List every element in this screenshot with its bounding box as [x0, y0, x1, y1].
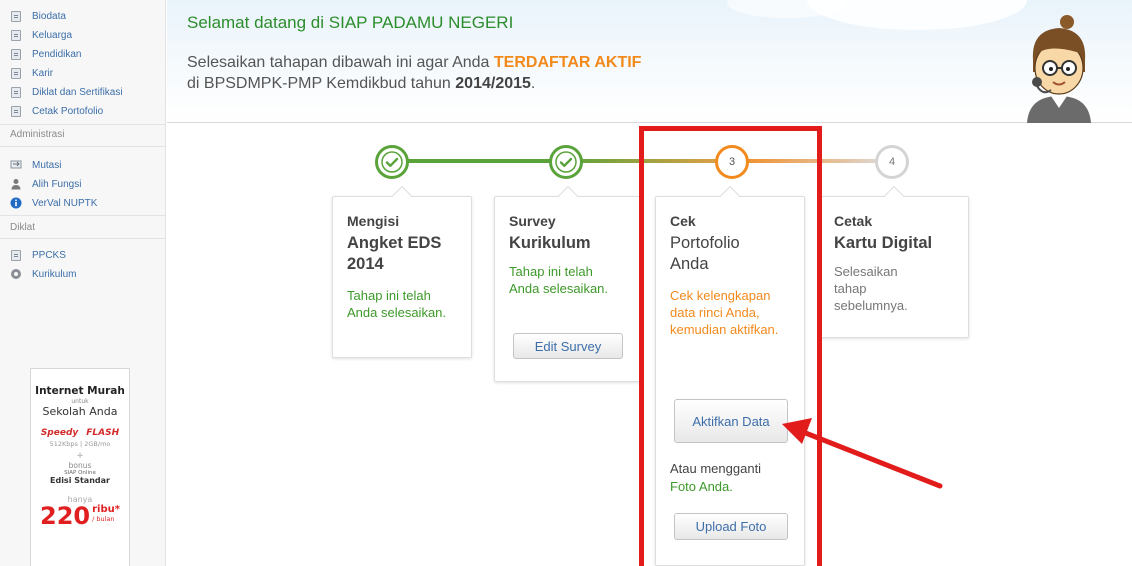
card-description: Selesaikan tahap sebelumnya. [834, 264, 908, 313]
sidebar-item-cetak-portofolio[interactable]: Cetak Portofolio [10, 103, 103, 119]
document-icon [10, 249, 22, 261]
check-icon [381, 151, 403, 173]
sidebar-item-keluarga[interactable]: Keluarga [10, 27, 72, 43]
ad-plus: + [76, 451, 84, 461]
check-icon [555, 151, 577, 173]
ad-bonus: bonus [68, 461, 92, 470]
step-card-angket-eds: Mengisi Angket EDS 2014 Tahap ini telah … [332, 196, 472, 358]
ad-price-unit: ribu* [92, 504, 120, 515]
internet-promo-banner[interactable]: Internet Murah untuk Sekolah Anda Speedy… [30, 368, 130, 566]
info-icon [10, 197, 22, 209]
step-card-cetak-kartu: Cetak Kartu Digital Selesaikan tahap seb… [819, 196, 969, 338]
sidebar-item-pendidikan[interactable]: Pendidikan [10, 46, 81, 62]
card-title-1: Survey [509, 213, 556, 229]
progress-track-completed [392, 159, 566, 163]
sidebar-item-label: Mutasi [32, 159, 62, 171]
ad-flash-spec: 2GB/mo [84, 440, 111, 448]
card-title-1: Mengisi [347, 213, 400, 229]
ad-price-number: 220 [40, 502, 91, 530]
intro-highlight: TERDAFTAR AKTIF [493, 54, 642, 71]
ad-subheadline: Sekolah Anda [42, 405, 118, 418]
divider [0, 124, 165, 125]
card-title-3: 2014 [347, 255, 384, 273]
sidebar-item-label: Diklat dan Sertifikasi [32, 86, 123, 98]
step-2-indicator [549, 145, 583, 179]
card-title-2: Kartu Digital [834, 234, 933, 252]
speedy-logo: Speedy [40, 428, 79, 438]
intro-suffix: . [530, 75, 536, 92]
section-heading-administrasi: Administrasi [10, 129, 65, 140]
mascot-illustration [1027, 15, 1091, 123]
sidebar-item-alih-fungsi[interactable]: Alih Fungsi [10, 176, 81, 192]
gear-icon [10, 268, 22, 280]
sidebar-item-label: Keluarga [32, 29, 73, 41]
sidebar-item-label: Kurikulum [32, 268, 77, 280]
sidebar-item-ppcks[interactable]: PPCKS [10, 247, 66, 263]
transfer-icon [10, 159, 22, 171]
document-icon [10, 29, 22, 41]
step-1-indicator [375, 145, 409, 179]
intro-prefix: Selesaikan tahapan dibawah ini agar Anda [187, 54, 494, 71]
ad-untuk: untuk [71, 398, 89, 405]
document-icon [10, 67, 22, 79]
welcome-title: Selamat datang di SIAP PADAMU NEGERI [187, 13, 514, 32]
divider [0, 238, 165, 239]
ad-speedy-spec: 512Kbps [49, 440, 78, 448]
intro-year: 2014/2015 [455, 75, 531, 92]
ad-headline: Internet Murah [35, 385, 125, 397]
divider [0, 215, 165, 216]
sidebar-item-label: Alih Fungsi [32, 178, 82, 190]
edit-survey-button[interactable]: Edit Survey [513, 333, 623, 359]
document-icon [10, 105, 22, 117]
annotation-arrow-icon [782, 418, 943, 489]
step-card-survey-kurikulum: Survey Kurikulum Tahap ini telah Anda se… [494, 196, 642, 382]
document-icon [10, 10, 22, 22]
sidebar-item-verval-nuptk[interactable]: VerVal NUPTK [10, 195, 97, 211]
sidebar-item-diklat-sertifikasi[interactable]: Diklat dan Sertifikasi [10, 84, 123, 100]
sidebar-item-label: Biodata [32, 10, 66, 22]
sidebar-item-label: Karir [32, 67, 54, 79]
ad-brands: Speedy FLASH [31, 428, 129, 438]
person-icon [10, 178, 22, 190]
divider [0, 146, 165, 147]
ad-price: 220 ribu* / bulan [31, 504, 129, 528]
sidebar-item-label: VerVal NUPTK [32, 197, 98, 209]
card-title-2: Kurikulum [509, 234, 591, 252]
sidebar-item-biodata[interactable]: Biodata [10, 8, 66, 24]
flash-logo: FLASH [86, 428, 120, 438]
card-title-1: Cetak [834, 213, 873, 229]
step-number: 4 [888, 156, 896, 168]
section-heading-diklat: Diklat [10, 222, 36, 233]
welcome-header: Selamat datang di SIAP PADAMU NEGERI Sel… [167, 0, 1132, 123]
sidebar-item-karir[interactable]: Karir [10, 65, 53, 81]
sidebar-item-mutasi[interactable]: Mutasi [10, 157, 61, 173]
sidebar-item-label: Cetak Portofolio [32, 105, 104, 117]
highlight-box [639, 126, 822, 566]
sidebar-item-label: Pendidikan [32, 48, 82, 60]
sidebar-item-kurikulum[interactable]: Kurikulum [10, 266, 76, 282]
sidebar: Biodata Keluarga Pendidikan Karir Diklat… [0, 0, 166, 566]
card-title-2: Angket EDS [347, 234, 442, 252]
ad-edisi: Edisi Standar [50, 476, 110, 485]
ad-price-period: / bulan [92, 515, 115, 523]
card-description: Tahap ini telah Anda selesaikan. [509, 264, 609, 296]
intro-text: Selesaikan tahapan dibawah ini agar Anda… [187, 52, 641, 94]
sidebar-item-label: PPCKS [32, 249, 66, 261]
step-4-indicator: 4 [875, 145, 909, 179]
ad-specs: 512Kbps | 2GB/mo [49, 440, 111, 448]
intro-line2: di BPSDMPK-PMP Kemdikbud tahun [187, 75, 456, 92]
document-icon [10, 86, 22, 98]
card-description: Tahap ini telah Anda selesaikan. [347, 288, 447, 320]
document-icon [10, 48, 22, 60]
